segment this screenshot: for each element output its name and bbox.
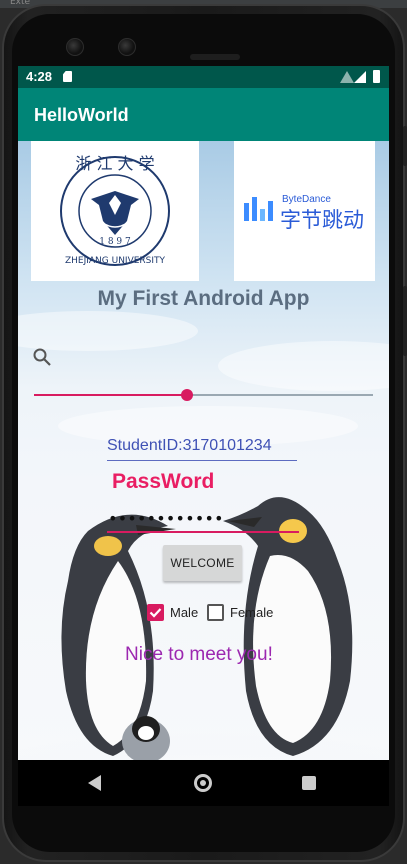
bytedance-cn-label: 字节跳动 bbox=[280, 208, 364, 232]
wifi-icon bbox=[340, 71, 354, 83]
password-input[interactable]: •••••••••••• bbox=[107, 509, 299, 533]
status-bar: 4:28 bbox=[18, 66, 389, 88]
main-content: 浙 江 大 学 1 8 9 7 ZHEJIANG UNIVERSITY Byte… bbox=[18, 141, 389, 760]
password-label: PassWord bbox=[112, 470, 215, 493]
checkmark-icon bbox=[149, 608, 162, 618]
volume-button bbox=[403, 286, 407, 356]
sd-card-icon bbox=[63, 71, 72, 82]
front-camera-icon bbox=[66, 38, 84, 56]
svg-text:浙 江 大 学: 浙 江 大 学 bbox=[75, 154, 154, 173]
seekbar-thumb[interactable] bbox=[180, 389, 193, 401]
battery-icon bbox=[373, 70, 380, 83]
female-checkbox[interactable] bbox=[207, 604, 224, 621]
student-id-field[interactable]: StudentID:3170101234 bbox=[107, 435, 297, 461]
zju-seal-logo: 浙 江 大 学 1 8 9 7 ZHEJIANG UNIVERSITY bbox=[60, 154, 170, 266]
password-value: •••••••••••• bbox=[108, 509, 224, 528]
background-cloud bbox=[18, 311, 198, 351]
male-label[interactable]: Male bbox=[170, 605, 198, 620]
svg-text:ZHEJIANG UNIVERSITY: ZHEJIANG UNIVERSITY bbox=[65, 256, 166, 266]
status-time: 4:28 bbox=[26, 69, 53, 84]
welcome-button[interactable]: WELCOME bbox=[163, 545, 242, 581]
device-screen: 4:28 HelloWorld 浙 江 大 学 1 8 9 7 ZHEJIANG… bbox=[18, 66, 389, 760]
home-icon[interactable] bbox=[194, 774, 212, 792]
zju-logo-card: 浙 江 大 学 1 8 9 7 ZHEJIANG UNIVERSITY bbox=[31, 141, 199, 281]
greeting-text: Nice to meet you! bbox=[125, 644, 273, 665]
earpiece-speaker bbox=[190, 54, 240, 60]
desktop-strip-text: Exte bbox=[10, 0, 31, 7]
background-cloud bbox=[218, 341, 389, 391]
male-checkbox[interactable] bbox=[147, 604, 164, 621]
page-title: My First Android App bbox=[97, 287, 310, 310]
recents-icon[interactable] bbox=[302, 776, 316, 790]
bytedance-logo-card: ByteDance 字节跳动 bbox=[234, 141, 375, 281]
back-icon[interactable] bbox=[88, 775, 101, 791]
navigation-bar bbox=[18, 760, 389, 806]
app-title: HelloWorld bbox=[34, 105, 129, 125]
svg-text:1 8 9 7: 1 8 9 7 bbox=[99, 237, 131, 247]
signal-icon bbox=[354, 71, 366, 83]
search-icon[interactable] bbox=[32, 347, 52, 367]
seekbar[interactable] bbox=[34, 389, 373, 401]
female-label[interactable]: Female bbox=[230, 605, 273, 620]
app-bar: HelloWorld bbox=[18, 88, 389, 141]
student-id-text: StudentID:3170101234 bbox=[107, 437, 272, 454]
sensor-icon bbox=[118, 38, 136, 56]
seekbar-progress bbox=[34, 394, 187, 396]
power-button bbox=[403, 126, 407, 166]
